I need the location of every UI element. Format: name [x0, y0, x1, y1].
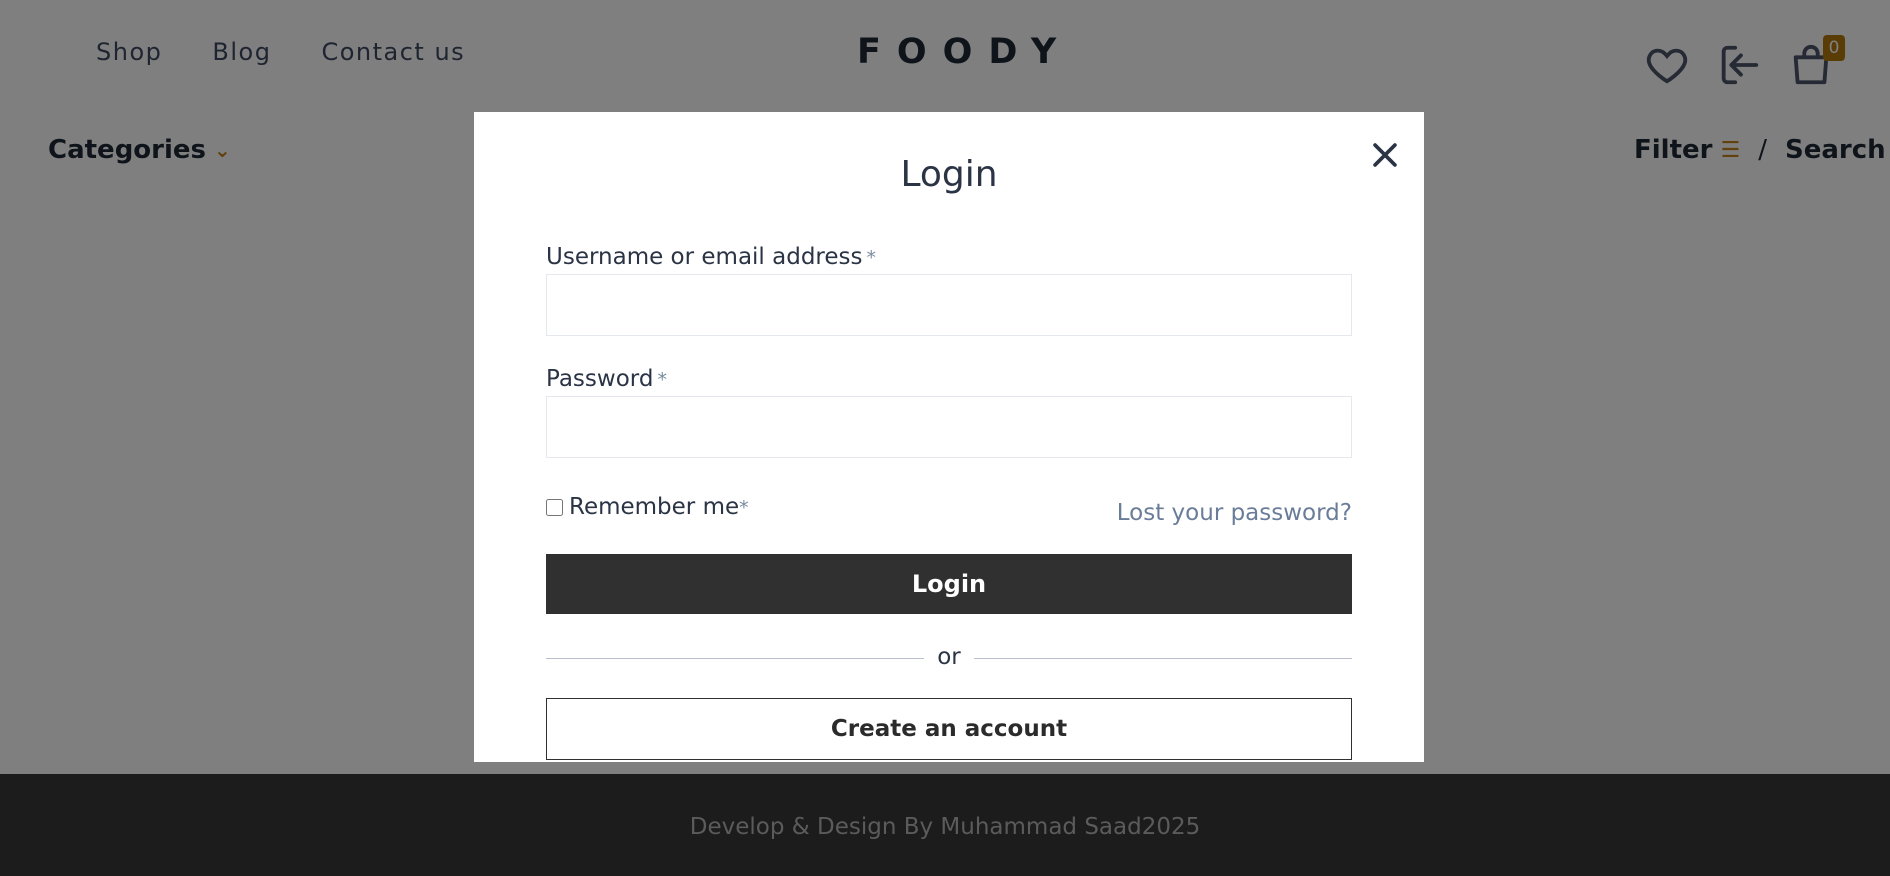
or-text: or — [937, 644, 961, 670]
required-mark: * — [657, 369, 667, 391]
create-account-button[interactable]: Create an account — [546, 698, 1352, 760]
login-modal: Login Username or email address * Passwor… — [474, 112, 1424, 762]
required-mark: * — [866, 247, 877, 269]
remember-me-label: Remember me* — [569, 494, 749, 520]
username-label: Username or email address * — [546, 244, 876, 270]
or-divider: or — [546, 644, 1352, 674]
divider-line — [974, 658, 1352, 659]
remember-me[interactable]: Remember me* — [546, 494, 749, 520]
username-label-text: Username or email address — [546, 244, 863, 270]
footer-credit: Develop & Design By Muhammad Saad2025 — [689, 814, 1201, 840]
password-label-text: Password — [546, 366, 654, 392]
lost-password-link[interactable]: Lost your password? — [1117, 500, 1352, 526]
required-mark: * — [739, 497, 749, 519]
username-input[interactable] — [546, 274, 1352, 336]
remember-me-checkbox[interactable] — [546, 498, 563, 516]
password-label: Password * — [546, 366, 667, 392]
modal-title: Login — [900, 154, 998, 195]
remember-me-text: Remember me — [569, 494, 740, 520]
password-input[interactable] — [546, 396, 1352, 458]
login-button[interactable]: Login — [546, 554, 1352, 614]
